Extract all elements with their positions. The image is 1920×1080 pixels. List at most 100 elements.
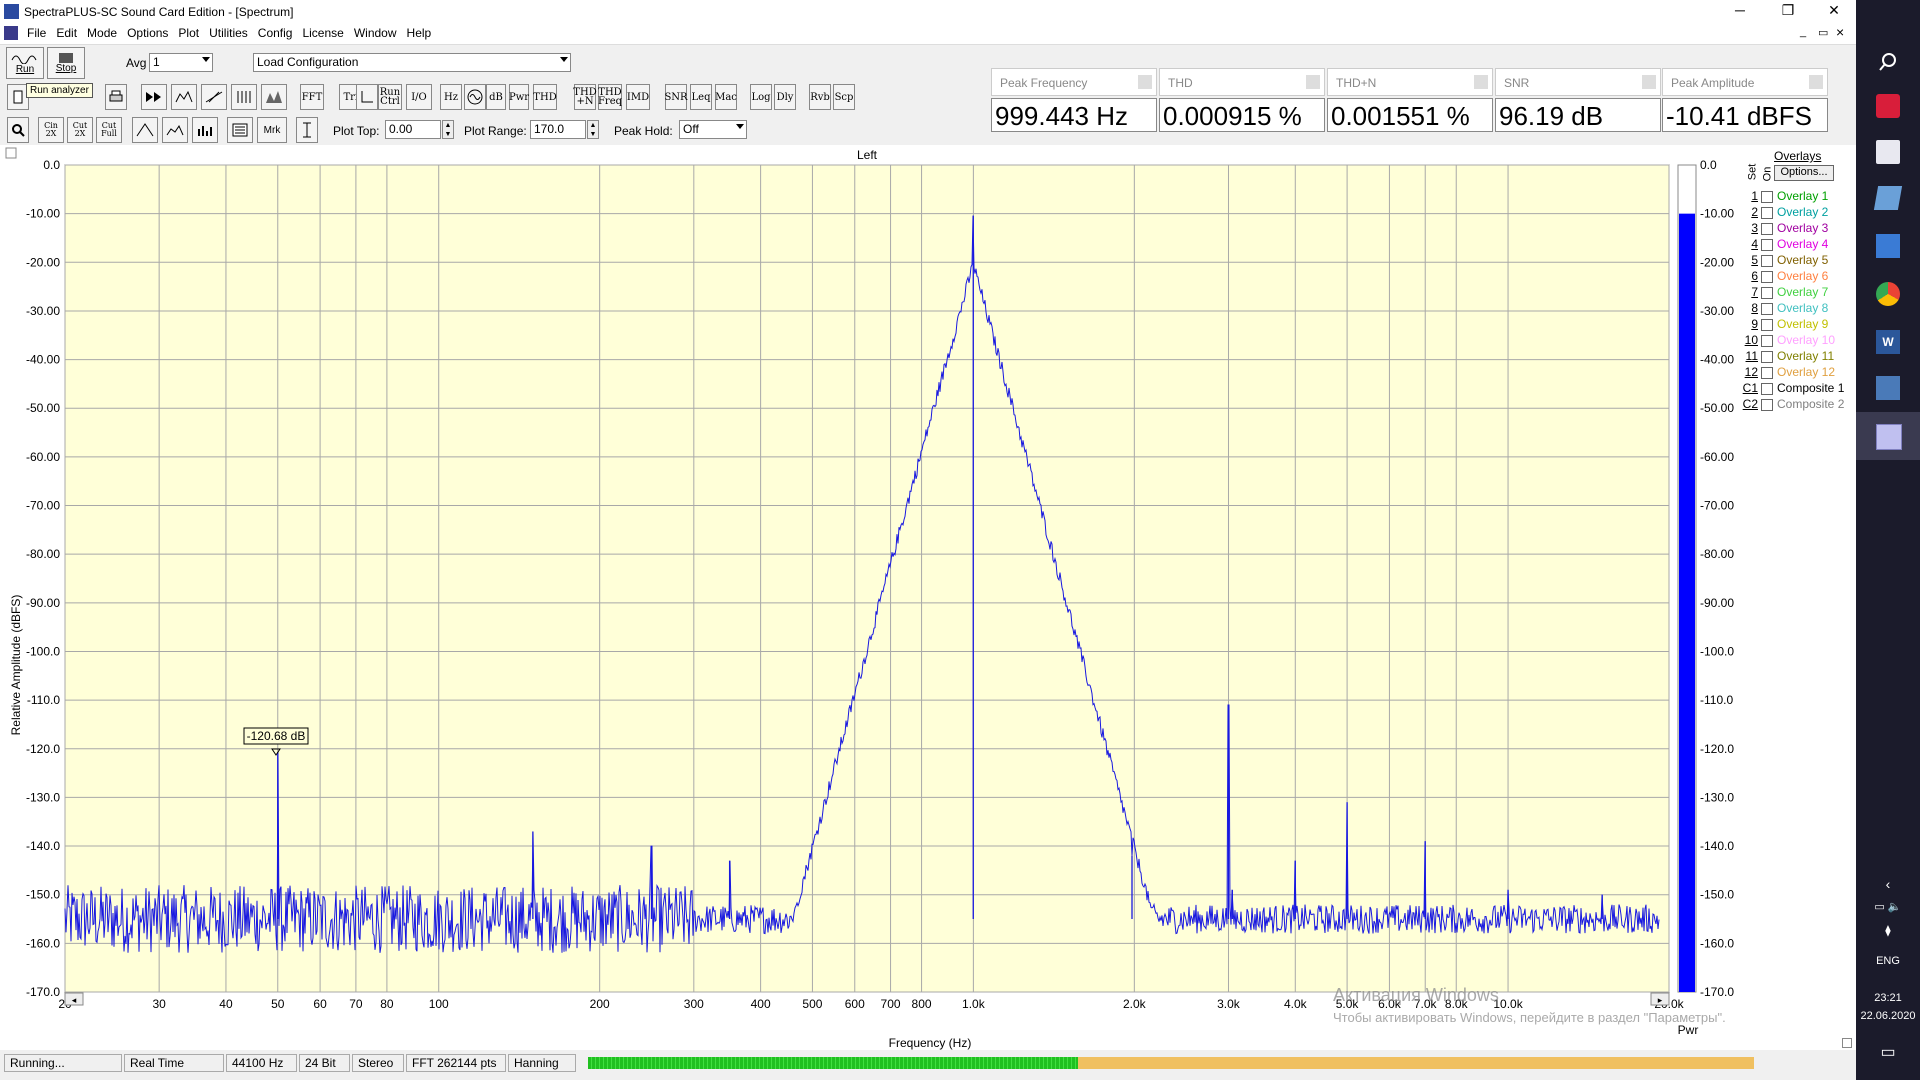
overlay-set-button[interactable]: 12 [1742,365,1758,379]
zoom-cin-2x-button[interactable]: Cin 2X [38,117,64,143]
tool-thd-button[interactable]: THD [533,84,557,110]
overlay-set-button[interactable]: 5 [1742,253,1758,267]
peak-hold-select[interactable]: Off [679,120,747,139]
marker-button[interactable]: Mrk [257,117,287,143]
network-volume-icon[interactable]: ▭ 🔈 [1856,900,1920,913]
overlay-set-button[interactable]: 8 [1742,301,1758,315]
octave-bars-icon[interactable] [192,117,218,143]
plot-range-spinner[interactable]: ▲ ▼ [587,120,599,139]
overlay-on-checkbox[interactable] [1761,335,1773,347]
menu-help[interactable]: Help [402,24,437,42]
search-icon[interactable] [1876,50,1900,74]
cursor-icon[interactable] [296,117,318,143]
list-icon[interactable] [227,117,253,143]
tool-snr-button[interactable]: SNR [664,84,688,110]
tool-fft-button[interactable]: FFT [300,84,324,110]
readout-label[interactable]: Peak Amplitude [1662,68,1828,96]
readout-label[interactable]: THD [1159,68,1325,96]
tool-log-button[interactable]: Log [750,84,772,110]
tool-run-ctrl-button[interactable]: Run Ctrl [378,84,402,110]
3d-surface-icon[interactable] [261,84,287,110]
zoom-cut-full-button[interactable]: Cut Full [96,117,122,143]
sine-icon[interactable] [464,84,486,110]
menu-file[interactable]: File [22,24,51,42]
tool-imd-button[interactable]: IMD [626,84,650,110]
overlay-on-checkbox[interactable] [1761,367,1773,379]
child-close-button[interactable]: × [1836,24,1844,40]
overlay-set-button[interactable]: 3 [1742,221,1758,235]
tool-mac-button[interactable]: Mac [715,84,737,110]
overlay-on-checkbox[interactable] [1761,207,1773,219]
tool-thd-n-button[interactable]: THD +N [573,84,597,110]
tool-i-o-button[interactable]: I/O [406,84,432,110]
notification-icon[interactable]: ▭ [1856,1042,1920,1062]
print-icon[interactable] [105,84,127,110]
child-minimize-button[interactable]: _ [1800,26,1806,38]
overlay-set-button[interactable]: 9 [1742,317,1758,331]
smooth-icon[interactable] [162,117,188,143]
spectrum-chart[interactable]: 203040506070801002003004005006007008001.… [0,145,1856,1050]
overlay-on-checkbox[interactable] [1761,303,1773,315]
network-app-icon[interactable] [1876,234,1900,258]
spectrogram-icon[interactable] [231,84,257,110]
stop-button[interactable]: Stop [47,47,85,79]
dropbox-icon[interactable]: ⧫ [1856,924,1920,937]
menu-edit[interactable]: Edit [51,24,82,42]
readout-label[interactable]: SNR [1495,68,1661,96]
overlay-on-checkbox[interactable] [1761,351,1773,363]
tool-thd-freq-button[interactable]: THD Freq [598,84,622,110]
tool-pwr-button[interactable]: Pwr [509,84,529,110]
overlay-options-button[interactable]: Options... [1774,165,1834,181]
restore-button[interactable]: ❐ [1768,2,1808,19]
overlay-set-button[interactable]: C1 [1742,381,1758,395]
overlay-on-checkbox[interactable] [1761,287,1773,299]
zoom-cut-2x-button[interactable]: Cut 2X [67,117,93,143]
menu-options[interactable]: Options [122,24,173,42]
overlay-on-checkbox[interactable] [1761,255,1773,267]
axis-icon[interactable] [356,84,378,110]
fast-forward-icon[interactable] [141,84,167,110]
menu-plot[interactable]: Plot [173,24,204,42]
readout-config-icon[interactable] [1642,75,1656,89]
readout-label[interactable]: THD+N [1327,68,1493,96]
tool-hz-button[interactable]: Hz [440,84,462,110]
overlay-set-button[interactable]: 10 [1742,333,1758,347]
plot-range-input[interactable]: 170.0 [530,120,586,139]
overlay-on-checkbox[interactable] [1761,223,1773,235]
tool-scp-button[interactable]: Scp [833,84,855,110]
chrome-icon[interactable] [1876,282,1900,306]
readout-config-icon[interactable] [1809,75,1823,89]
spectrum-mode-icon[interactable] [171,84,197,110]
readout-config-icon[interactable] [1474,75,1488,89]
tool-rvb-button[interactable]: Rvb [809,84,831,110]
word-icon[interactable]: W [1876,330,1900,354]
overlay-on-checkbox[interactable] [1761,239,1773,251]
menu-utilities[interactable]: Utilities [204,24,253,42]
menu-window[interactable]: Window [349,24,402,42]
plot-top-input[interactable]: 0.00 [385,120,441,139]
overlay-set-button[interactable]: 11 [1742,349,1758,363]
phase-mode-icon[interactable] [201,84,227,110]
overlay-set-button[interactable]: 1 [1742,189,1758,203]
overlay-set-button[interactable]: 7 [1742,285,1758,299]
run-button[interactable]: Run [6,47,44,79]
overlay-on-checkbox[interactable] [1761,191,1773,203]
close-button[interactable]: ✕ [1814,2,1854,19]
language-indicator[interactable]: ENG [1856,955,1920,967]
readout-config-icon[interactable] [1138,75,1152,89]
peak-icon[interactable] [132,117,158,143]
tool-leq-button[interactable]: Leq [690,84,712,110]
overlay-on-checkbox[interactable] [1761,271,1773,283]
clock-date[interactable]: 22.06.2020 [1856,1010,1920,1022]
avg-select[interactable]: 1 [149,53,213,72]
app-red-icon[interactable] [1876,94,1900,118]
overlay-set-button[interactable]: 4 [1742,237,1758,251]
tool-db-button[interactable]: dB [486,84,506,110]
tool-dly-button[interactable]: Dly [774,84,796,110]
overlay-set-button[interactable]: C2 [1742,397,1758,411]
overlay-on-checkbox[interactable] [1761,399,1773,411]
zoom-icon[interactable] [7,117,29,143]
overlay-set-button[interactable]: 6 [1742,269,1758,283]
menu-license[interactable]: License [297,24,348,42]
readout-label[interactable]: Peak Frequency [991,68,1157,96]
